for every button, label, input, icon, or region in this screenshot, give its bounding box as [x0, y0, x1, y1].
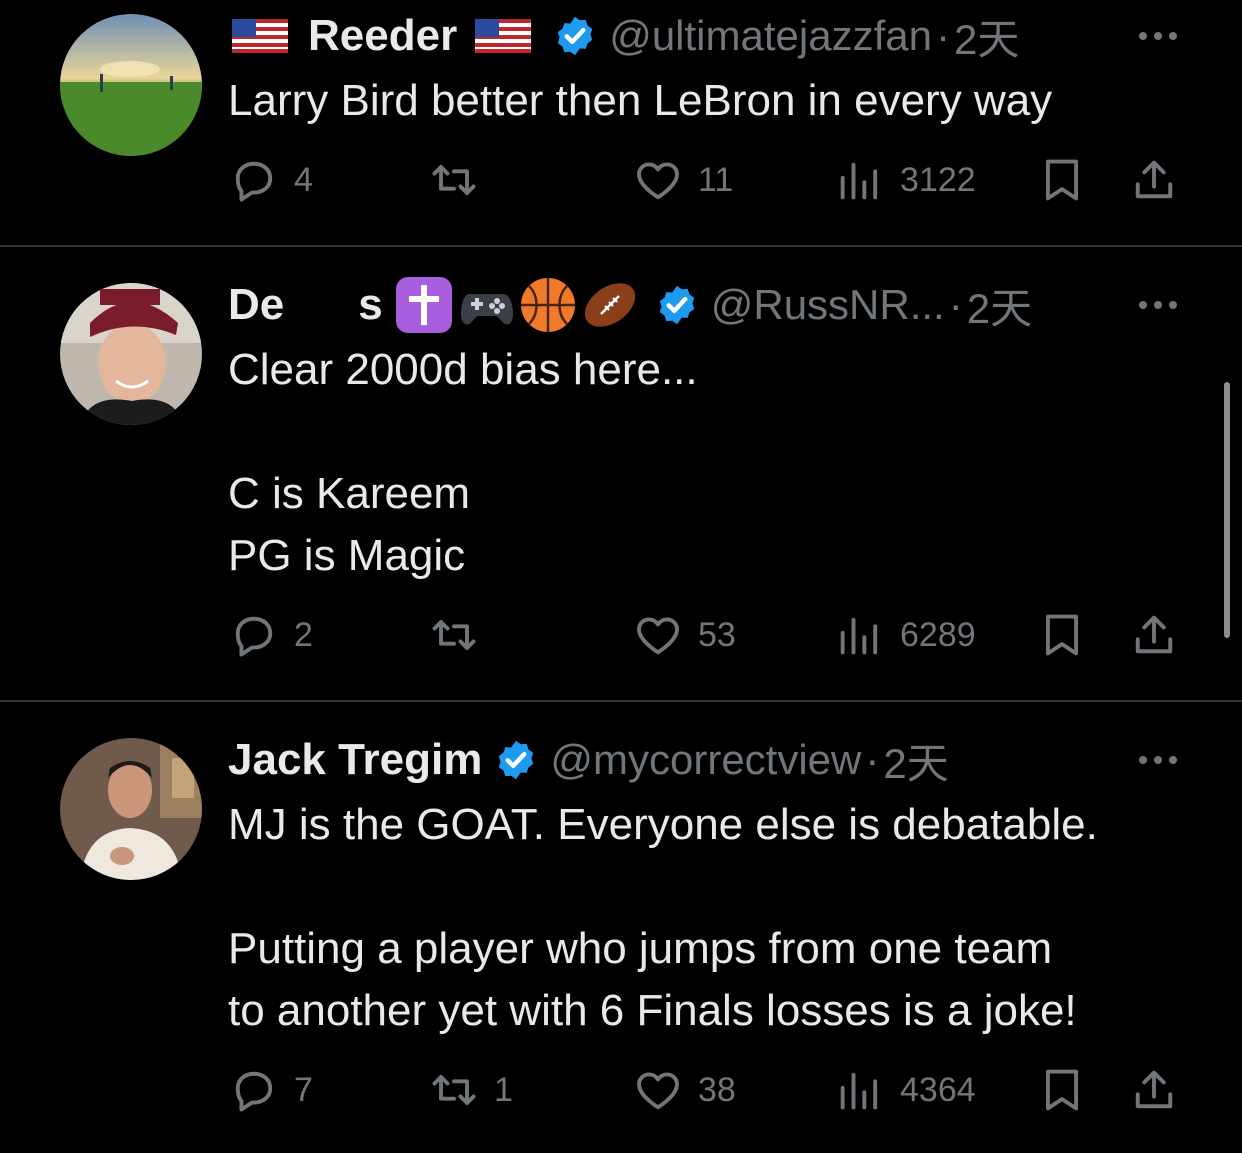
- like-button[interactable]: 53: [632, 605, 736, 665]
- display-name-end[interactable]: s: [358, 280, 382, 330]
- game-controller-icon: [457, 276, 515, 334]
- timestamp[interactable]: 2天: [954, 6, 1019, 67]
- bookmark-button[interactable]: [1036, 1060, 1088, 1120]
- avatar[interactable]: [60, 283, 202, 425]
- share-icon: [1135, 160, 1173, 199]
- retweet-icon: [432, 165, 476, 195]
- tweet-3[interactable]: Jack Tregim @mycorrectview · 2天 MJ is th…: [0, 702, 1242, 1153]
- share-button[interactable]: [1128, 150, 1180, 210]
- heart-icon: [637, 1072, 679, 1110]
- retweet-button[interactable]: [428, 605, 494, 665]
- timestamp[interactable]: 2天: [883, 730, 948, 791]
- avatar-landscape-image: [60, 14, 202, 156]
- retweet-icon: [432, 1075, 476, 1105]
- bookmark-button[interactable]: [1036, 605, 1088, 665]
- tweet-header: De s @RussNR... · 2天: [228, 275, 1182, 335]
- like-count: 38: [698, 1070, 736, 1109]
- reply-icon: [235, 161, 273, 202]
- retweet-button[interactable]: 1: [428, 1060, 513, 1120]
- retweet-icon: [432, 620, 476, 650]
- user-handle[interactable]: @ultimatejazzfan: [609, 12, 932, 60]
- share-icon: [1135, 615, 1173, 654]
- tweet-text: Larry Bird better then LeBron in every w…: [228, 76, 1053, 125]
- heart-icon: [637, 162, 679, 200]
- verified-badge-icon[interactable]: [553, 14, 597, 58]
- more-options-icon[interactable]: [1134, 740, 1182, 780]
- separator-dot: ·: [865, 736, 880, 783]
- views-button[interactable]: 3122: [834, 150, 976, 210]
- reply-button[interactable]: 7: [228, 1060, 313, 1120]
- tweet-text: Clear 2000d bias here... C is Kareem PG …: [228, 345, 698, 580]
- reply-icon: [235, 1071, 273, 1112]
- timeline-feed: Reeder @ultimatejazzfan · 2天 Larry Bird …: [0, 0, 1242, 1153]
- tweet-text: MJ is the GOAT. Everyone else is debatab…: [228, 800, 1098, 1035]
- bookmark-icon: [1045, 1069, 1079, 1111]
- heart-icon: [637, 617, 679, 655]
- basketball-icon: [519, 276, 577, 334]
- views-count: 6289: [900, 615, 976, 654]
- tweet-1[interactable]: Reeder @ultimatejazzfan · 2天 Larry Bird …: [0, 0, 1242, 246]
- share-icon: [1135, 1070, 1173, 1109]
- reply-count: 7: [294, 1070, 313, 1109]
- views-bar-chart-icon: [840, 162, 878, 200]
- tweet-2[interactable]: De s @RussNR... · 2天 Clear 2000d bias he…: [0, 247, 1242, 702]
- views-bar-chart-icon: [840, 617, 878, 655]
- timestamp[interactable]: 2天: [967, 275, 1032, 336]
- more-options-icon[interactable]: [1134, 16, 1182, 56]
- views-count: 4364: [900, 1070, 976, 1109]
- avatar-person-photo: [60, 738, 202, 880]
- bookmark-button[interactable]: [1036, 150, 1088, 210]
- user-handle[interactable]: @RussNR...: [711, 281, 945, 329]
- display-name[interactable]: Reeder: [308, 11, 457, 61]
- user-handle[interactable]: @mycorrectview: [550, 736, 861, 784]
- like-button[interactable]: 38: [632, 1060, 736, 1120]
- retweet-count: 1: [494, 1070, 513, 1109]
- avatar-person-photo: [60, 283, 202, 425]
- reply-count: 4: [294, 160, 313, 199]
- tweet-header: Reeder @ultimatejazzfan · 2天: [228, 6, 1182, 66]
- separator-dot: ·: [948, 281, 963, 328]
- american-football-icon: [581, 276, 639, 334]
- share-button[interactable]: [1128, 1060, 1180, 1120]
- display-name[interactable]: Jack Tregim: [228, 735, 482, 785]
- share-button[interactable]: [1128, 605, 1180, 665]
- verified-badge-icon[interactable]: [655, 283, 699, 327]
- like-count: 53: [698, 615, 736, 654]
- like-count: 11: [698, 160, 734, 199]
- us-flag-icon: [232, 19, 288, 53]
- display-name-start[interactable]: De: [228, 280, 284, 330]
- more-options-icon[interactable]: [1134, 285, 1182, 325]
- reply-button[interactable]: 2: [228, 605, 313, 665]
- reply-button[interactable]: 4: [228, 150, 313, 210]
- like-button[interactable]: 11: [632, 150, 733, 210]
- scrollbar[interactable]: [1224, 382, 1230, 638]
- verified-badge-icon[interactable]: [494, 738, 538, 782]
- views-bar-chart-icon: [840, 1072, 878, 1110]
- bookmark-icon: [1045, 159, 1079, 201]
- views-button[interactable]: 4364: [834, 1060, 976, 1120]
- avatar[interactable]: [60, 738, 202, 880]
- reply-icon: [235, 616, 273, 657]
- latin-cross-icon: [395, 276, 453, 334]
- tweet-actions: 4 11 3122: [228, 150, 1188, 210]
- tweet-actions: 7 1 38 4364: [228, 1060, 1188, 1120]
- views-count: 3122: [900, 160, 976, 199]
- bookmark-icon: [1045, 614, 1079, 656]
- avatar[interactable]: [60, 14, 202, 156]
- views-button[interactable]: 6289: [834, 605, 976, 665]
- separator-dot: ·: [935, 12, 950, 59]
- reply-count: 2: [294, 615, 313, 654]
- us-flag-icon: [475, 19, 532, 53]
- tweet-header: Jack Tregim @mycorrectview · 2天: [228, 730, 1182, 790]
- tweet-actions: 2 53 6289: [228, 605, 1188, 665]
- retweet-button[interactable]: [428, 150, 494, 210]
